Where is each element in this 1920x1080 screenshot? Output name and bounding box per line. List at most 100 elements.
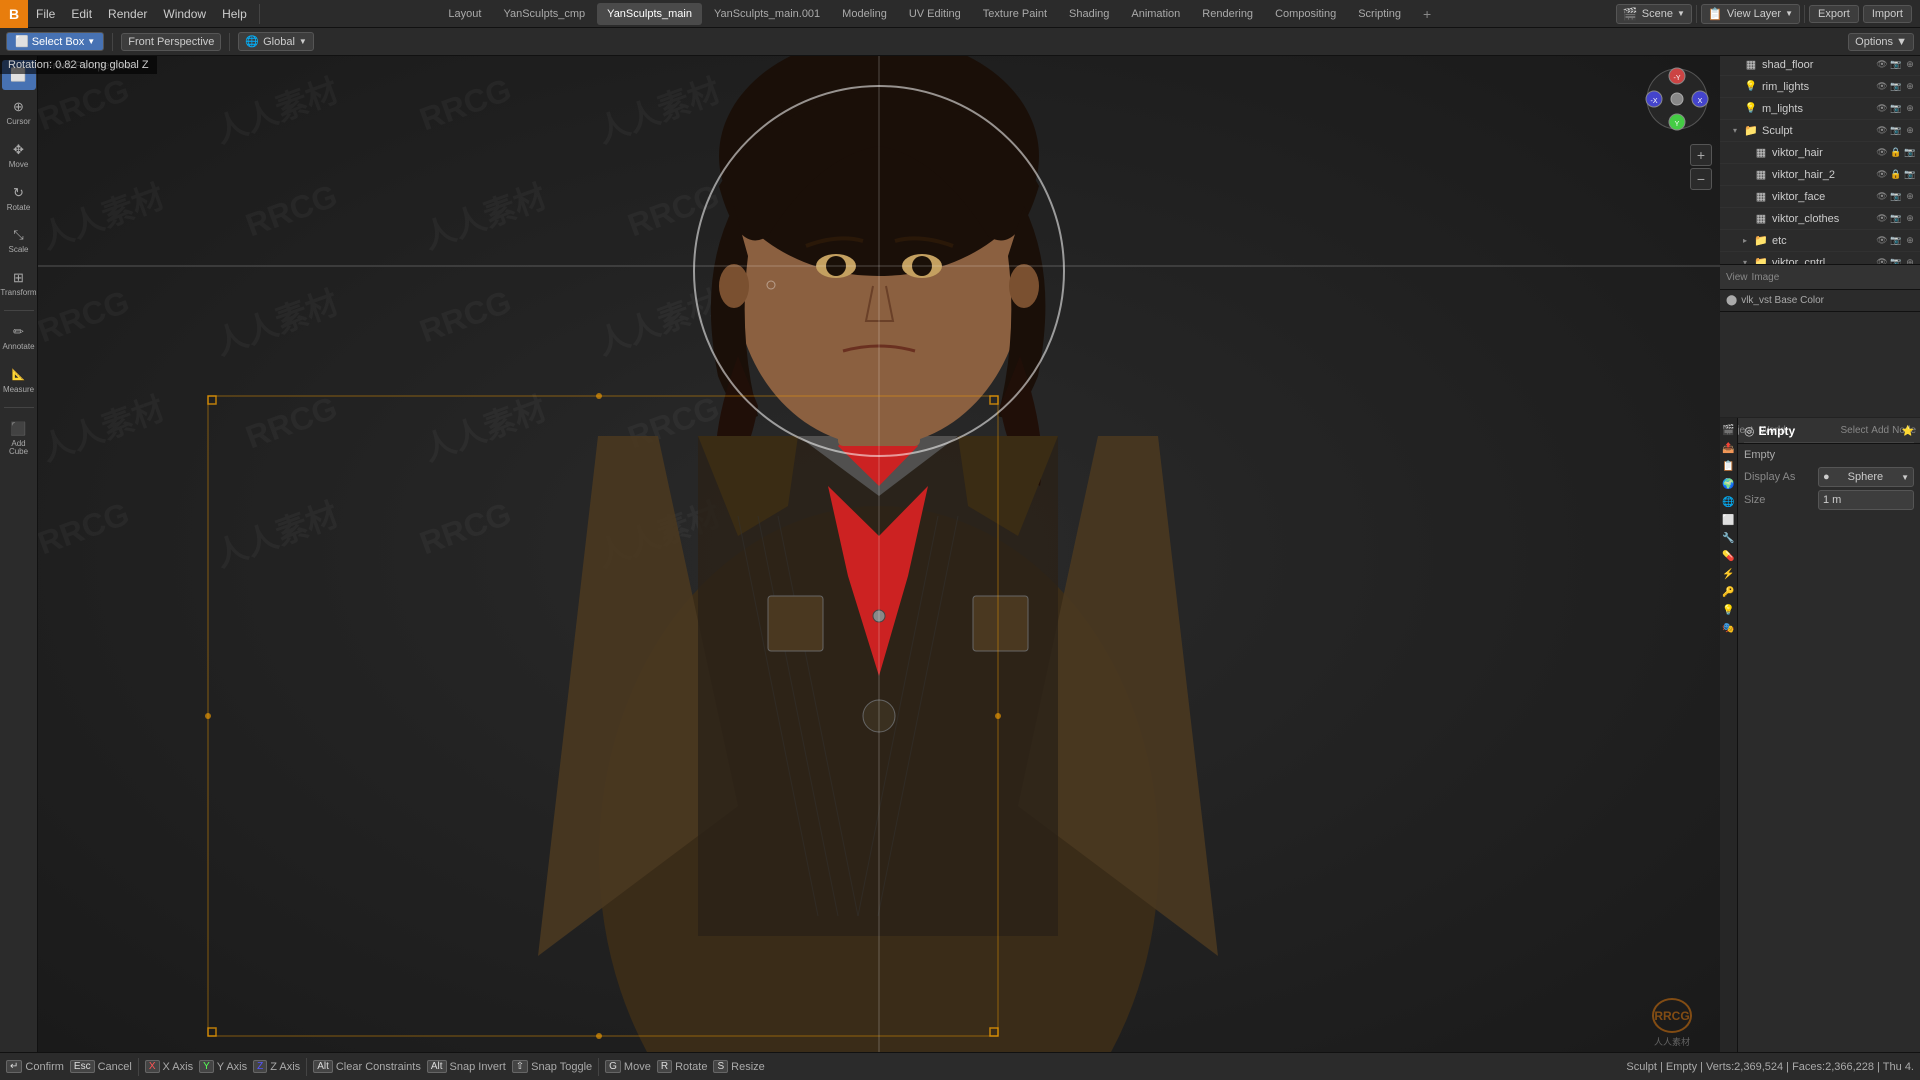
prop-icon-object[interactable]: ⬜ [1721, 512, 1737, 528]
tab-yanscultps-cmp[interactable]: YanSculpts_cmp [493, 3, 595, 25]
vis-eye7[interactable]: 👁 [1876, 191, 1888, 203]
vis-cam9[interactable]: 📷 [1890, 235, 1902, 247]
viewport[interactable]: RRCG人人素材RRCG人人素材 人人素材RRCG人人素材RRCG RRCG人人… [38, 56, 1720, 1052]
tree-item-rim-lights[interactable]: 💡 rim_lights 👁 📷 ⊕ [1720, 76, 1920, 98]
tool-scale[interactable]: ⤡ Scale [2, 220, 36, 261]
tree-item-shad-floor[interactable]: ▦ shad_floor 👁 📷 ⊕ [1720, 54, 1920, 76]
vis-cam6[interactable]: 📷 [1904, 169, 1916, 181]
shader-view-btn[interactable]: View [1726, 272, 1748, 283]
menu-help[interactable]: Help [214, 0, 255, 28]
vis-cam5[interactable]: 📷 [1904, 147, 1916, 159]
props-fake-user-icon[interactable]: ⭐ [1902, 426, 1914, 437]
global-selector[interactable]: 🌐 Global ▼ [238, 32, 313, 51]
export-button[interactable]: Export [1809, 5, 1859, 23]
vis-sel7[interactable]: ⊕ [1904, 191, 1916, 203]
scale-icon: ⤡ [10, 226, 28, 244]
vis-cam[interactable]: 📷 [1890, 59, 1902, 71]
tool-move[interactable]: ✥ Move [2, 135, 36, 176]
shader-image-btn[interactable]: Image [1752, 272, 1780, 283]
vis-eye5[interactable]: 👁 [1876, 147, 1888, 159]
tree-item-viktor-hair[interactable]: ▦ viktor_hair 👁 🔒 📷 [1720, 142, 1920, 164]
vis-sel2[interactable]: ⊕ [1904, 81, 1916, 93]
sculpt-expand-arrow[interactable]: ▾ [1730, 126, 1740, 136]
zoom-out-button[interactable]: − [1690, 168, 1712, 190]
vis-lock5[interactable]: 🔒 [1890, 147, 1902, 159]
tool-cursor[interactable]: ⊕ Cursor [2, 92, 36, 133]
prop-icon-world[interactable]: 🌐 [1721, 494, 1737, 510]
vis-sel10[interactable]: ⊕ [1904, 257, 1916, 265]
tool-measure[interactable]: 📐 Measure [2, 360, 36, 401]
vis-cam10[interactable]: 📷 [1890, 257, 1902, 265]
tab-modeling[interactable]: Modeling [832, 3, 897, 25]
prop-icon-particles[interactable]: 💊 [1721, 548, 1737, 564]
vis-eye6[interactable]: 👁 [1876, 169, 1888, 181]
menu-edit[interactable]: Edit [63, 0, 100, 28]
tab-yanscultps-main-001[interactable]: YanSculpts_main.001 [704, 3, 830, 25]
tab-yanscultps-main[interactable]: YanSculpts_main [597, 3, 702, 25]
tab-rendering[interactable]: Rendering [1192, 3, 1263, 25]
tree-item-sculpt[interactable]: ▾ 📁 Sculpt 👁 📷 ⊕ [1720, 120, 1920, 142]
vis-eye2[interactable]: 👁 [1876, 81, 1888, 93]
vis-eye10[interactable]: 👁 [1876, 257, 1888, 265]
tab-texture-paint[interactable]: Texture Paint [973, 3, 1057, 25]
display-as-select[interactable]: ● Sphere ▼ [1818, 467, 1914, 487]
options-btn[interactable]: Options ▼ [1848, 33, 1914, 51]
tree-item-viktor-face[interactable]: ▦ viktor_face 👁 📷 ⊕ [1720, 186, 1920, 208]
view-layer-selector[interactable]: 📋 View Layer ▼ [1701, 4, 1800, 24]
tool-rotate[interactable]: ↻ Rotate [2, 178, 36, 219]
vis-eye8[interactable]: 👁 [1876, 213, 1888, 225]
vis-cam3[interactable]: 📷 [1890, 103, 1902, 115]
vis-eye[interactable]: 👁 [1876, 59, 1888, 71]
import-button[interactable]: Import [1863, 5, 1912, 23]
tree-item-m-lights[interactable]: 💡 m_lights 👁 📷 ⊕ [1720, 98, 1920, 120]
menu-render[interactable]: Render [100, 0, 155, 28]
tab-animation[interactable]: Animation [1121, 3, 1190, 25]
tab-scripting[interactable]: Scripting [1348, 3, 1411, 25]
tool-annotate[interactable]: ✏ Annotate [2, 317, 36, 358]
scene-selector[interactable]: 🎬 Scene ▼ [1616, 4, 1692, 24]
prop-icon-modifier[interactable]: 🔧 [1721, 530, 1737, 546]
tree-item-etc[interactable]: ▸ 📁 etc 👁 📷 ⊕ [1720, 230, 1920, 252]
vis-cam8[interactable]: 📷 [1890, 213, 1902, 225]
vis-sel3[interactable]: ⊕ [1904, 103, 1916, 115]
prop-icon-scene[interactable]: 🌍 [1721, 476, 1737, 492]
vis-eye4[interactable]: 👁 [1876, 125, 1888, 137]
vis-eye3[interactable]: 👁 [1876, 103, 1888, 115]
vis-sel9[interactable]: ⊕ [1904, 235, 1916, 247]
vis-sel[interactable]: ⊕ [1904, 59, 1916, 71]
tool-transform[interactable]: ⊞ Transform [2, 263, 36, 304]
menu-file[interactable]: File [28, 0, 63, 28]
tab-shading[interactable]: Shading [1059, 3, 1119, 25]
viktor-cntrl-icon: 📁 [1754, 256, 1768, 265]
vis-lock6[interactable]: 🔒 [1890, 169, 1902, 181]
tool-select-box[interactable]: ⬜ Select Box [2, 60, 36, 90]
prop-icon-data[interactable]: 💡 [1721, 602, 1737, 618]
tab-add-workspace[interactable]: + [1413, 3, 1441, 25]
vis-cam7[interactable]: 📷 [1890, 191, 1902, 203]
tab-uv-editing[interactable]: UV Editing [899, 3, 971, 25]
mode-selector[interactable]: ⬜ Select Box ▼ [6, 32, 104, 51]
tab-layout[interactable]: Layout [438, 3, 491, 25]
view-mode-btn[interactable]: Front Perspective [121, 33, 221, 51]
tree-item-viktor-cntrl[interactable]: ▾ 📁 viktor_cntrl 👁 📷 ⊕ [1720, 252, 1920, 264]
prop-icon-output[interactable]: 📤 [1721, 440, 1737, 456]
vis-sel8[interactable]: ⊕ [1904, 213, 1916, 225]
etc-arrow[interactable]: ▸ [1740, 236, 1750, 246]
prop-icon-render[interactable]: 🎬 [1721, 422, 1737, 438]
menu-window[interactable]: Window [155, 0, 214, 28]
vis-cam4[interactable]: 📷 [1890, 125, 1902, 137]
vis-sel4[interactable]: ⊕ [1904, 125, 1916, 137]
viktor-cntrl-arrow[interactable]: ▾ [1740, 258, 1750, 265]
prop-icon-material[interactable]: 🎭 [1721, 620, 1737, 636]
vis-cam2[interactable]: 📷 [1890, 81, 1902, 93]
tree-item-viktor-clothes[interactable]: ▦ viktor_clothes 👁 📷 ⊕ [1720, 208, 1920, 230]
tool-add-cube[interactable]: ⬛ Add Cube [2, 414, 36, 464]
prop-icon-constraints[interactable]: 🔑 [1721, 584, 1737, 600]
prop-icon-view-layer[interactable]: 📋 [1721, 458, 1737, 474]
tree-item-viktor-hair-2[interactable]: ▦ viktor_hair_2 👁 🔒 📷 [1720, 164, 1920, 186]
size-value[interactable]: 1 m [1818, 490, 1914, 510]
vis-eye9[interactable]: 👁 [1876, 235, 1888, 247]
zoom-in-button[interactable]: + [1690, 144, 1712, 166]
prop-icon-physics[interactable]: ⚡ [1721, 566, 1737, 582]
tab-compositing[interactable]: Compositing [1265, 3, 1346, 25]
